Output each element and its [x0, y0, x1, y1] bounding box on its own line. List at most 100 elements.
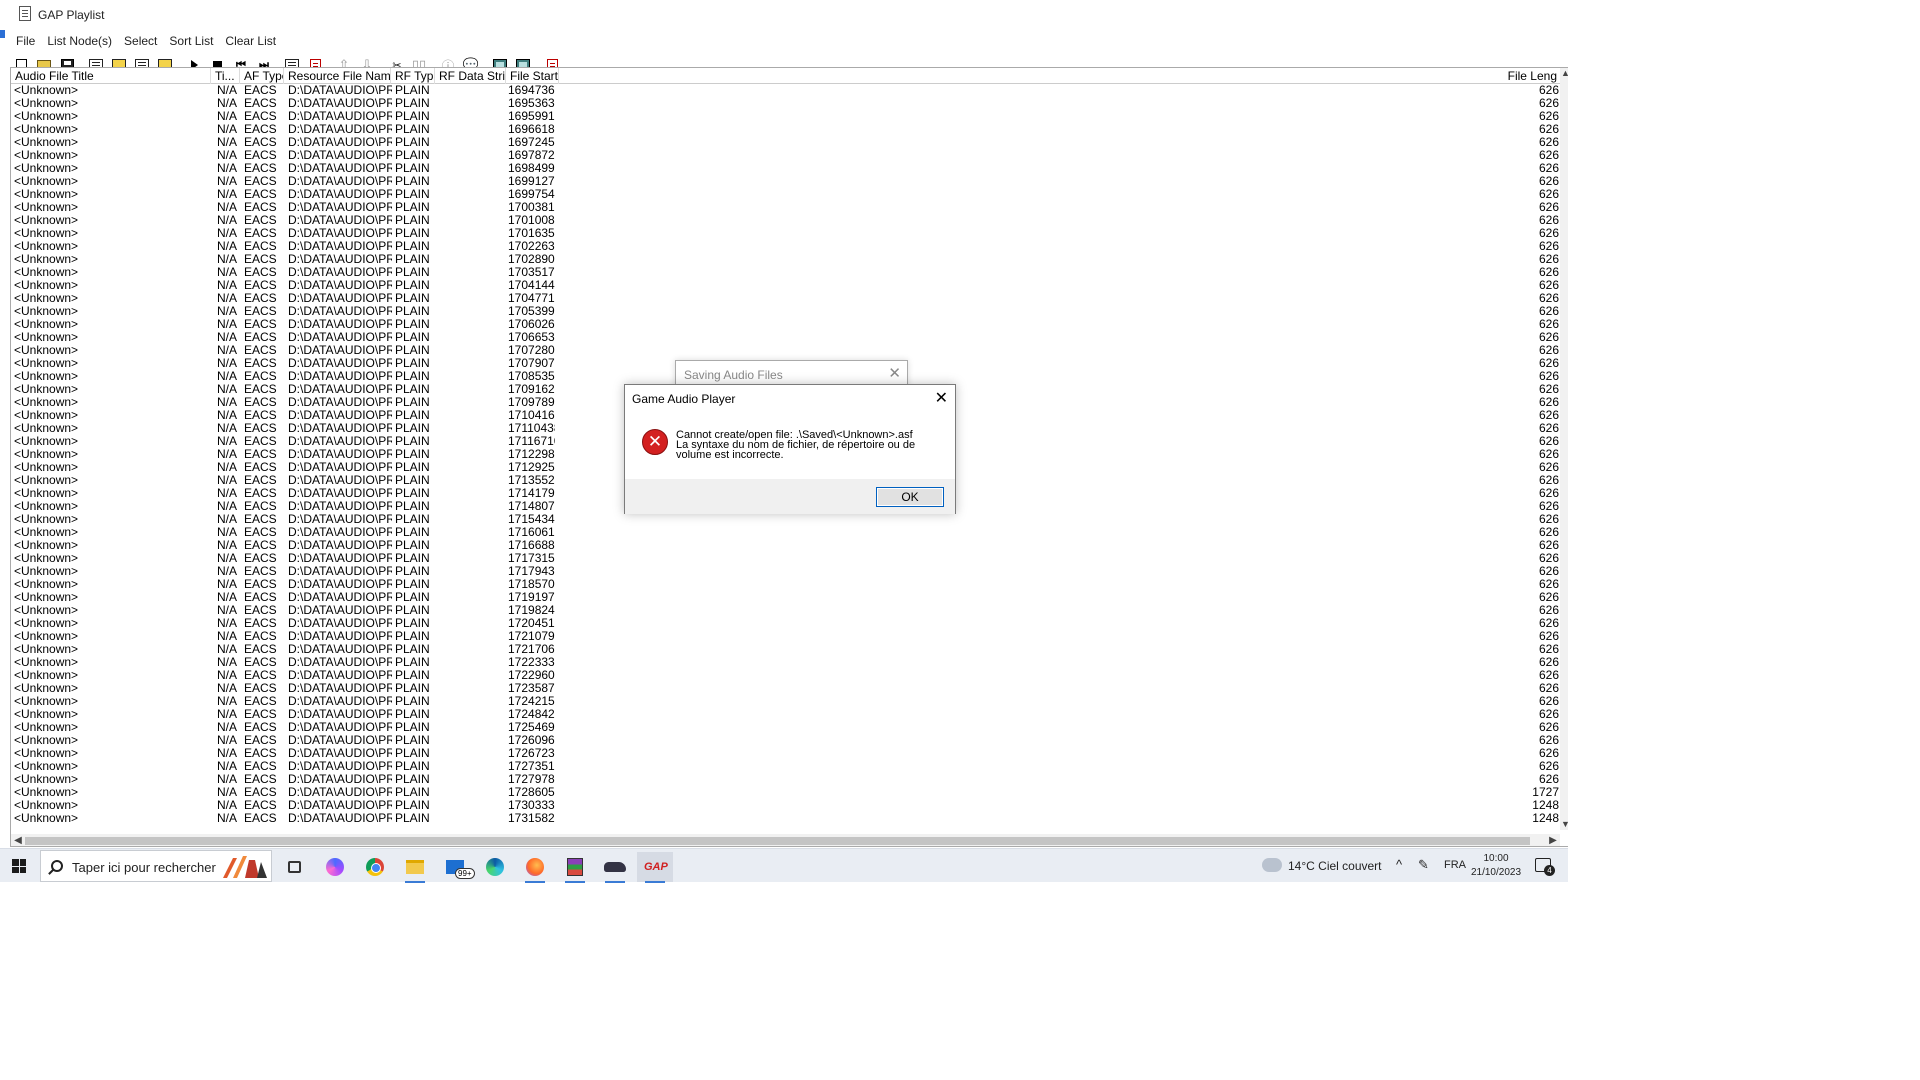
pen-icon[interactable]: ✎ — [1418, 857, 1429, 873]
desktop-blank-area — [1568, 0, 1920, 1080]
column-header-title[interactable]: Audio File Title — [11, 68, 211, 84]
column-header-rf-data[interactable]: RF Data String — [435, 68, 506, 84]
row-file-start-cell: 170916224 — [508, 383, 555, 396]
row-file-start-cell: 172860544 — [508, 786, 555, 799]
taskbar-winrar[interactable] — [557, 852, 593, 883]
taskbar-edge[interactable] — [477, 852, 513, 882]
row-rf-type-cell: PLAIN — [395, 656, 430, 669]
column-header-file-length[interactable]: File Leng — [1501, 68, 1561, 84]
row-file-start-cell: 171229824 — [508, 448, 555, 461]
row-resource-cell: D:\DATA\AUDIO\PRI... — [288, 240, 392, 253]
row-resource-cell: D:\DATA\AUDIO\PRI... — [288, 474, 392, 487]
row-resource-cell: D:\DATA\AUDIO\PRI... — [288, 292, 392, 305]
column-header-rf-type[interactable]: RF Type — [391, 68, 435, 84]
row-ti-cell: N/A — [217, 175, 238, 188]
row-rf-data-cell — [439, 552, 505, 565]
row-rf-data-cell — [439, 422, 505, 435]
row-rf-type-cell: PLAIN — [395, 344, 430, 357]
row-ti-cell: N/A — [217, 266, 238, 279]
column-header-af-type[interactable]: AF Type — [240, 68, 284, 84]
row-rf-type-cell: PLAIN — [395, 188, 430, 201]
menu-file[interactable]: File — [10, 30, 41, 50]
taskbar-racing-game[interactable] — [597, 852, 633, 883]
cloud-icon[interactable] — [1262, 858, 1282, 872]
row-resource-cell: D:\DATA\AUDIO\PRI... — [288, 747, 392, 760]
row-rf-type-cell: PLAIN — [395, 162, 430, 175]
horizontal-scroll-thumb[interactable] — [25, 837, 1530, 845]
row-rf-data-cell — [439, 513, 505, 526]
tray-chevron-icon[interactable]: ^ — [1396, 857, 1402, 872]
row-file-start-cell: 171543424 — [508, 513, 555, 526]
row-file-length-cell: 626 — [1538, 526, 1559, 539]
row-rf-type-cell: PLAIN — [395, 370, 430, 383]
row-af-type-cell: EACS — [244, 513, 277, 526]
row-rf-type-cell: PLAIN — [395, 435, 430, 448]
taskbar-firefox[interactable] — [517, 852, 553, 883]
row-resource-cell: D:\DATA\AUDIO\PRI... — [288, 682, 392, 695]
menu-sort-list[interactable]: Sort List — [163, 30, 219, 50]
row-rf-type-cell: PLAIN — [395, 617, 430, 630]
row-af-type-cell: EACS — [244, 773, 277, 786]
row-rf-data-cell — [439, 357, 505, 370]
row-resource-cell: D:\DATA\AUDIO\PRI... — [288, 201, 392, 214]
row-rf-data-cell — [439, 396, 505, 409]
row-rf-type-cell: PLAIN — [395, 201, 430, 214]
row-af-type-cell: EACS — [244, 227, 277, 240]
column-header-file-start[interactable]: File Start — [506, 68, 559, 84]
scroll-right-icon[interactable]: ▶ — [1546, 834, 1560, 846]
row-rf-type-cell: PLAIN — [395, 396, 430, 409]
clock-time[interactable]: 10:00 — [1472, 853, 1520, 864]
row-title-cell: <Unknown> — [14, 331, 79, 344]
column-header-resource-file[interactable]: Resource File Name — [284, 68, 391, 84]
search-highlight-icon — [223, 856, 267, 878]
row-file-start-cell: 170414464 — [508, 279, 555, 292]
row-file-start-cell: 170602624 — [508, 318, 555, 331]
row-af-type-cell: EACS — [244, 357, 277, 370]
row-file-start-cell: 170100864 — [508, 214, 555, 227]
row-af-type-cell: EACS — [244, 591, 277, 604]
taskbar-file-explorer[interactable] — [397, 852, 433, 883]
row-af-type-cell: EACS — [244, 643, 277, 656]
menu-select[interactable]: Select — [118, 30, 163, 50]
row-rf-data-cell — [439, 383, 505, 396]
row-file-start-cell: 172358784 — [508, 682, 555, 695]
row-rf-data-cell — [439, 565, 505, 578]
row-file-start-cell: 172546944 — [508, 721, 555, 734]
mail-badge: 99+ — [455, 868, 475, 879]
weather-readout[interactable]: 14°C Ciel couvert — [1288, 859, 1382, 873]
row-rf-data-cell — [439, 110, 505, 123]
row-af-type-cell: EACS — [244, 682, 277, 695]
row-title-cell: <Unknown> — [14, 110, 79, 123]
column-header-ti[interactable]: Ti... — [211, 68, 240, 84]
row-resource-cell: D:\DATA\AUDIO\PRI... — [288, 565, 392, 578]
start-button[interactable] — [0, 849, 38, 883]
row-resource-cell: D:\DATA\AUDIO\PRI... — [288, 149, 392, 162]
row-resource-cell: D:\DATA\AUDIO\PRI... — [288, 396, 392, 409]
language-indicator[interactable]: FRA — [1444, 859, 1466, 871]
taskbar-task-view[interactable] — [276, 852, 312, 882]
taskbar-mail[interactable]: 99+ — [437, 852, 475, 882]
row-ti-cell: N/A — [217, 110, 238, 123]
menu-clear-list[interactable]: Clear List — [219, 30, 282, 50]
horizontal-scrollbar[interactable]: ◀ ▶ — [11, 834, 1560, 846]
row-resource-cell: D:\DATA\AUDIO\PRI... — [288, 669, 392, 682]
taskbar-copilot[interactable] — [317, 852, 353, 882]
row-file-start-cell: 169661824 — [508, 123, 555, 136]
row-resource-cell: D:\DATA\AUDIO\PRI... — [288, 734, 392, 747]
clock-date[interactable]: 21/10/2023 — [1466, 867, 1526, 878]
error-dialog-close-icon[interactable]: ✕ — [935, 388, 948, 408]
row-file-start-cell: 170728064 — [508, 344, 555, 357]
row-rf-type-cell: PLAIN — [395, 695, 430, 708]
taskbar-search-box[interactable]: Taper ici pour rechercher — [40, 850, 272, 882]
row-ti-cell: N/A — [217, 240, 238, 253]
scroll-left-icon[interactable]: ◀ — [11, 834, 25, 846]
row-ti-cell: N/A — [217, 409, 238, 422]
taskbar-gap[interactable]: GAP — [637, 852, 673, 883]
menu-list-nodes[interactable]: List Node(s) — [41, 30, 118, 50]
row-title-cell: <Unknown> — [14, 383, 79, 396]
saving-dialog-close-icon[interactable]: ✕ — [888, 364, 901, 382]
row-ti-cell: N/A — [217, 760, 238, 773]
row-resource-cell: D:\DATA\AUDIO\PRI... — [288, 318, 392, 331]
ok-button[interactable]: OK — [876, 487, 944, 507]
taskbar-chrome[interactable] — [357, 852, 393, 882]
